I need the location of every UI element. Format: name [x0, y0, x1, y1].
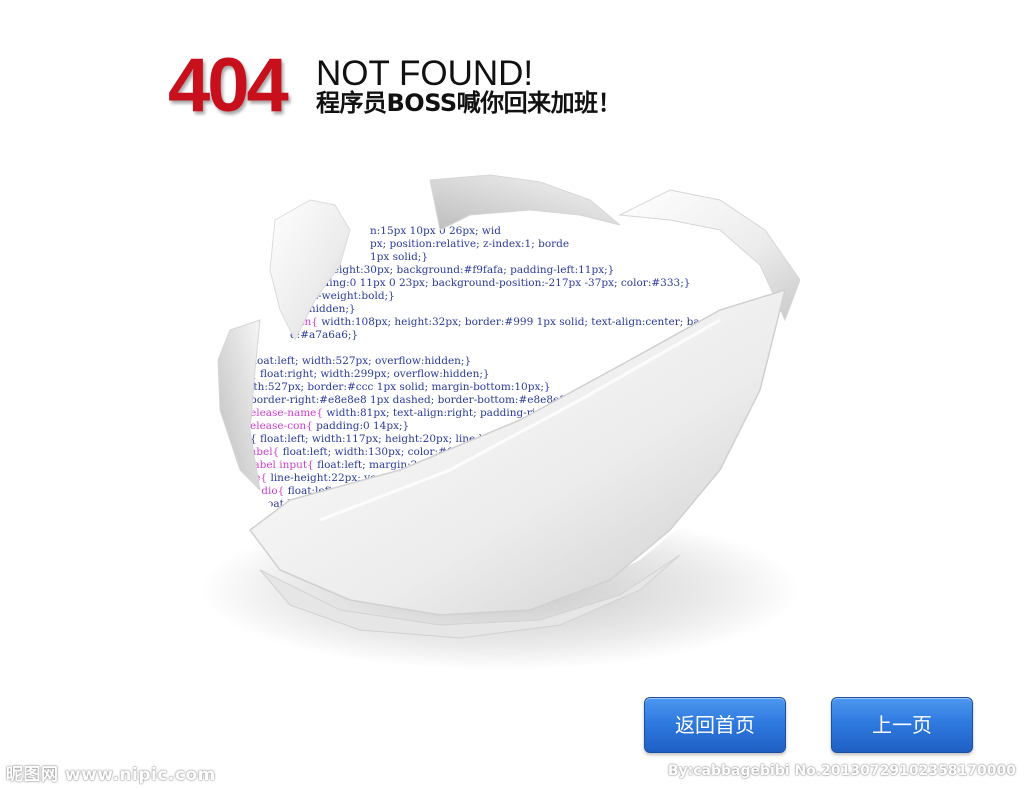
- code-line: px; position:relative; z-index:1; borde: [370, 238, 569, 250]
- code-line: float:left; width:527px; overflow:hidden…: [250, 355, 471, 367]
- error-message: 程序员BOSS喊你回来加班！: [316, 89, 622, 117]
- error-code: 404: [168, 43, 289, 128]
- code-line: x; padding:0 11px 0 23px; background-pos…: [290, 277, 690, 289]
- code-line: 1px solid;}: [370, 251, 428, 263]
- error-page: 404 NOT FOUND! 程序员BOSS喊你回来加班！ n:15px 10p…: [0, 0, 1024, 790]
- back-button[interactable]: 上一页: [831, 697, 973, 753]
- code-line: { float:right; width:299px; overflow:hid…: [250, 368, 490, 380]
- code-line: ith:527px; border:#ccc 1px solid; margin…: [250, 381, 551, 393]
- code-line: d:#a7a6a6;}: [290, 329, 358, 341]
- watermark-right: By:cabbagebibi No.20130729102358170000: [667, 763, 1016, 779]
- headline: NOT FOUND!: [316, 54, 534, 93]
- home-button[interactable]: 返回首页: [644, 697, 786, 753]
- code-line: -btn{ width:108px; height:32px; border:#…: [290, 316, 719, 328]
- code-line: elease-con{ padding:0 14px;}: [250, 420, 409, 432]
- watermark-left: 昵图网 www.nipic.com: [6, 765, 216, 785]
- torn-paper-illustration: n:15px 10px 0 26px; wid px; position:rela…: [200, 170, 800, 670]
- code-line: n:15px 10px 0 26px; wid: [370, 225, 501, 237]
